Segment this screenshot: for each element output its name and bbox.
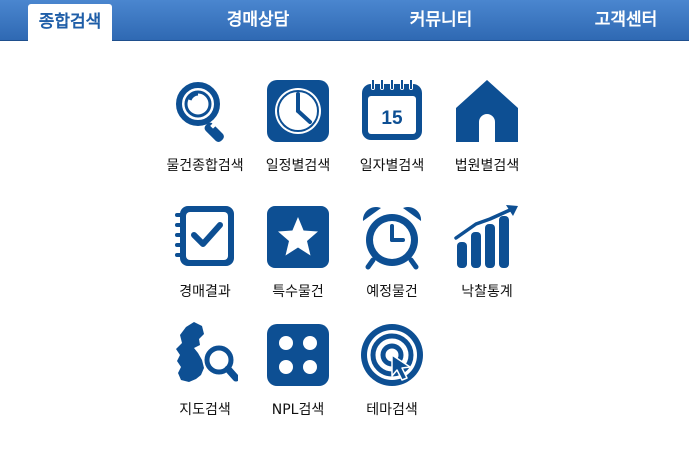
menu-item-court-search[interactable]: 법원별검색 [432, 78, 542, 196]
map-search-icon [176, 322, 238, 382]
menu-item-date-search[interactable]: 15 일자별검색 [337, 78, 447, 196]
menu-item-upcoming-property[interactable]: 예정물건 [337, 204, 447, 322]
bar-chart-icon [454, 205, 518, 268]
checklist-icon [175, 206, 234, 266]
menu-item-label: 일자별검색 [359, 158, 425, 174]
tab-integrated-search[interactable]: 종합검색 [28, 4, 112, 41]
menu-item-bid-statistics[interactable]: 낙찰통계 [432, 204, 542, 322]
top-nav: 종합검색 경매상담 커뮤니티 고객센터 [0, 0, 689, 41]
alarm-clock-icon [362, 206, 422, 270]
tab-community[interactable]: 커뮤니티 [393, 0, 489, 41]
menu-item-label: 낙찰통계 [461, 284, 513, 300]
menu-item-theme-search[interactable]: 테마검색 [337, 322, 447, 440]
tab-auction-consult[interactable]: 경매상담 [210, 0, 306, 41]
clock-icon [267, 80, 329, 142]
house-icon [456, 80, 518, 142]
dice-icon [267, 324, 329, 386]
magnifier-icon [176, 82, 224, 142]
menu-item-label: 테마검색 [366, 402, 418, 418]
calendar-icon: 15 [362, 78, 422, 140]
target-icon [361, 324, 423, 386]
star-icon [267, 206, 329, 268]
tab-customer-center[interactable]: 고객센터 [578, 0, 674, 41]
menu-item-label: 법원별검색 [454, 158, 520, 174]
calendar-day: 15 [381, 108, 403, 129]
menu-item-label: 예정물건 [366, 284, 418, 300]
